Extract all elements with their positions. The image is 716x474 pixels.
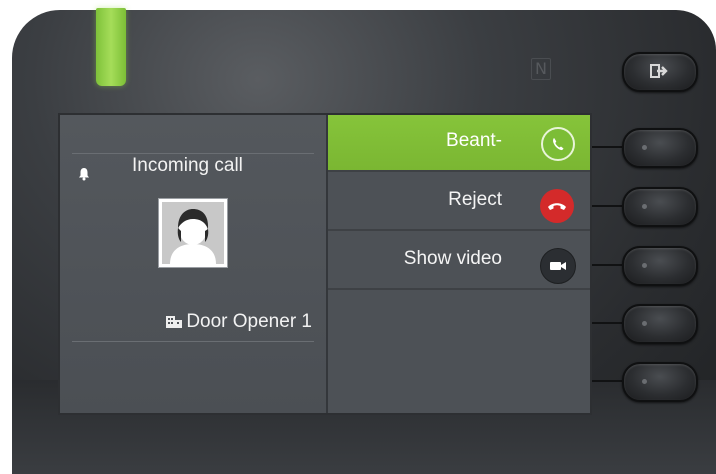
exit-key-button[interactable] [622, 52, 698, 92]
menu-item-label: Reject [448, 189, 502, 210]
menu-separator [328, 170, 590, 172]
call-status-text: Incoming call [132, 155, 243, 176]
softkey-3-button[interactable] [622, 246, 698, 286]
status-led [96, 8, 126, 86]
menu-separator [328, 288, 590, 290]
caller-name: Door Opener 1 [160, 311, 312, 333]
caller-avatar [158, 198, 228, 268]
menu-item-label: Beant- [446, 130, 502, 151]
menu-separator [328, 229, 590, 231]
softkey-1-button[interactable] [622, 128, 698, 168]
video-camera-icon [540, 248, 576, 284]
softkey-connector-5 [590, 380, 624, 382]
softkey-dot [642, 379, 647, 384]
building-icon [166, 316, 183, 328]
menu-item-reject[interactable]: Reject [328, 174, 590, 231]
softkey-dot [642, 145, 647, 150]
softkey-connector-4 [590, 322, 624, 324]
softkey-connector-1 [590, 146, 624, 148]
menu-item-show-video[interactable]: Show video [328, 233, 590, 290]
nfc-icon: N [531, 58, 551, 80]
softkey-dot [642, 321, 647, 326]
menu-item-accept[interactable]: Beant- [328, 115, 590, 172]
menu-item-label: Show video [403, 248, 502, 269]
phone-hangup-icon [540, 189, 574, 223]
softkey-2-button[interactable] [622, 187, 698, 227]
softkey-dot [642, 263, 647, 268]
phone-accept-icon [541, 127, 575, 161]
caller-name-text: Door Opener 1 [186, 311, 312, 332]
divider [72, 153, 314, 154]
softkey-connector-2 [590, 205, 624, 207]
softkey-4-button[interactable] [622, 304, 698, 344]
softkey-connector-3 [590, 264, 624, 266]
person-avatar-icon [162, 202, 224, 264]
softkey-5-button[interactable] [622, 362, 698, 402]
bell-icon [78, 167, 90, 186]
display-screen: Incoming call Door Opener 1 Beant- Rejec… [60, 115, 590, 413]
call-info-pane: Incoming call Door Opener 1 [60, 115, 326, 413]
divider [72, 341, 314, 342]
softkey-dot [642, 204, 647, 209]
exit-arrow-icon [650, 64, 668, 78]
